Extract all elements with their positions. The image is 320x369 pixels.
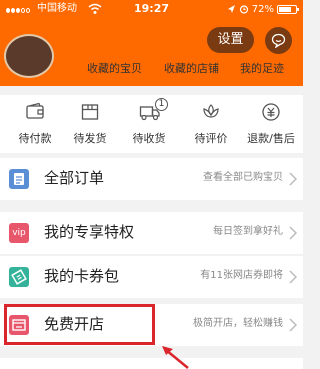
status-bar: 中国移动 19:27 72%	[0, 0, 303, 18]
row-subtitle: 查看全部已购宝贝	[203, 172, 283, 183]
chevron-right-icon	[289, 318, 297, 332]
battery-percent: 72%	[251, 3, 274, 15]
footprint-link[interactable]: 我的足迹	[240, 60, 284, 76]
order-status-bar: 待付款 待发货 1 待收货 待评价 退款/售后	[0, 95, 303, 153]
vip-icon: vip	[9, 223, 29, 243]
highlight-box	[4, 304, 155, 345]
favorite-shops-link[interactable]: 收藏的店铺	[164, 60, 219, 76]
chevron-right-icon	[289, 172, 297, 186]
location-icon	[227, 5, 235, 13]
settings-button[interactable]: 设置	[207, 27, 254, 53]
quick-links: 收藏的宝贝 收藏的店铺 我的足迹	[0, 56, 303, 80]
order-item-label: 退款/售后	[247, 132, 295, 145]
clipboard-icon	[9, 169, 29, 189]
row-subtitle: 每日签到拿好礼	[213, 226, 283, 237]
chevron-right-icon	[289, 270, 297, 284]
alarm-icon	[239, 5, 248, 14]
privileges-row[interactable]: vip 我的专享特权 每日签到拿好礼	[0, 212, 303, 254]
coupons-row[interactable]: 我的卡券包 有11张网店券即将	[0, 256, 303, 298]
row-title: 我的专享特权	[44, 223, 135, 241]
package-icon	[81, 104, 99, 120]
wallet-icon	[26, 102, 44, 119]
row-subtitle: 有11张网店券即将	[200, 270, 283, 281]
order-count-badge: 1	[155, 98, 168, 111]
message-button[interactable]	[265, 27, 292, 54]
order-pending-receipt[interactable]: 1 待收货	[120, 95, 178, 153]
favorite-items-link[interactable]: 收藏的宝贝	[87, 60, 142, 76]
vip-icon-text: vip	[12, 228, 26, 238]
ticket-icon	[9, 267, 29, 287]
row-title: 我的卡券包	[44, 267, 120, 285]
row-subtitle: 极简开店，轻松赚钱	[193, 318, 283, 329]
battery-icon	[277, 4, 299, 14]
order-refund-aftersale[interactable]: 退款/售后	[242, 95, 300, 153]
chat-bubble-icon	[271, 33, 286, 48]
chevron-right-icon	[289, 226, 297, 240]
status-right: 72%	[227, 3, 299, 15]
all-orders-row[interactable]: 全部订单 查看全部已购宝贝	[0, 158, 303, 200]
flower-icon	[203, 104, 219, 118]
annotation-arrow-icon	[162, 346, 189, 369]
profile-header: 中国移动 19:27 72% 设置 收藏的宝贝 收藏的店铺 我的足迹	[0, 0, 303, 86]
refund-icon	[262, 103, 280, 121]
row-title: 全部订单	[44, 169, 105, 187]
list-item[interactable]	[0, 358, 303, 369]
